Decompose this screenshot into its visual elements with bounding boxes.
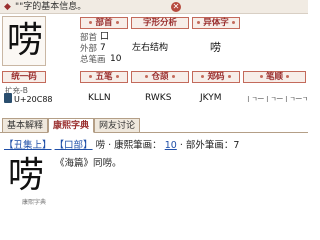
wubi-header: 五笔 xyxy=(80,71,128,83)
tab-discussion[interactable]: 网友讨论 xyxy=(94,118,140,133)
variant-value: 唠 xyxy=(210,41,221,54)
zhengma-header: 郑码 xyxy=(192,71,240,83)
unicode-header: 统一码 xyxy=(2,71,46,83)
close-icon[interactable]: ✕ xyxy=(171,2,181,12)
kangxi-stroke-link[interactable]: 10 xyxy=(165,140,177,151)
kangxi-char: 唠 xyxy=(95,140,106,151)
kangxi-stroke-label: · 康熙筆画： xyxy=(108,140,162,151)
variant-header: 异体字 xyxy=(192,17,240,29)
strokes-outside-value: 7 xyxy=(100,43,106,53)
tab-basic[interactable]: 基本解释 xyxy=(2,118,48,133)
zhengma-value: JKYM xyxy=(200,93,222,103)
character-display: 唠 xyxy=(2,16,46,66)
radical-label: 部首 xyxy=(80,33,98,43)
tab-kangxi[interactable]: 康熙字典 xyxy=(48,118,94,133)
strokes-total-label: 总笔画 xyxy=(80,55,106,65)
title-bar: ◆ ""字的基本信息。 ✕ xyxy=(0,0,308,14)
cangjie-header: 仓颉 xyxy=(131,71,189,83)
tab-bar: 基本解释 康熙字典 网友讨论 xyxy=(0,117,308,133)
strokes-outside-label: 外部 xyxy=(80,44,98,54)
kangxi-caption: 康熙字典 xyxy=(22,199,47,206)
strokes-total-value: 10 xyxy=(110,54,122,64)
radical-header: 部首 xyxy=(80,17,128,29)
page-title: ""字的基本信息。 xyxy=(15,2,87,12)
scroll-icon xyxy=(4,93,12,103)
main-character: 唠 xyxy=(6,20,43,61)
title-bullet-icon: ◆ xyxy=(4,2,11,12)
structure-header: 字形分析 xyxy=(131,17,189,29)
kangxi-big-character: 唠 xyxy=(8,155,45,196)
structure-value: 左右结构 xyxy=(132,43,169,53)
wubi-value: KLLN xyxy=(88,93,111,103)
kangxi-chou-link[interactable]: 【丑集上】 xyxy=(4,140,52,151)
cangjie-value: RWKS xyxy=(145,93,172,103)
kangxi-reference-row: 【丑集上】 【口部】 唠 · 康熙筆画： 10 · 部外筆画：7 xyxy=(4,139,239,153)
kangxi-outside-label: · 部外筆画：7 xyxy=(179,140,240,151)
radical-value: 口 xyxy=(100,32,110,42)
stroke-order-header: 笔顺 xyxy=(243,71,306,83)
kangxi-quote: 《海篇》同嘮。 xyxy=(55,158,122,169)
unicode-value: U+20C88 xyxy=(14,95,53,104)
kangxi-kou-link[interactable]: 【口部】 xyxy=(55,140,93,151)
stroke-order-value: 丨ㄱ一丨ㄱ一丨ㄱ一ㄱ xyxy=(245,95,308,103)
